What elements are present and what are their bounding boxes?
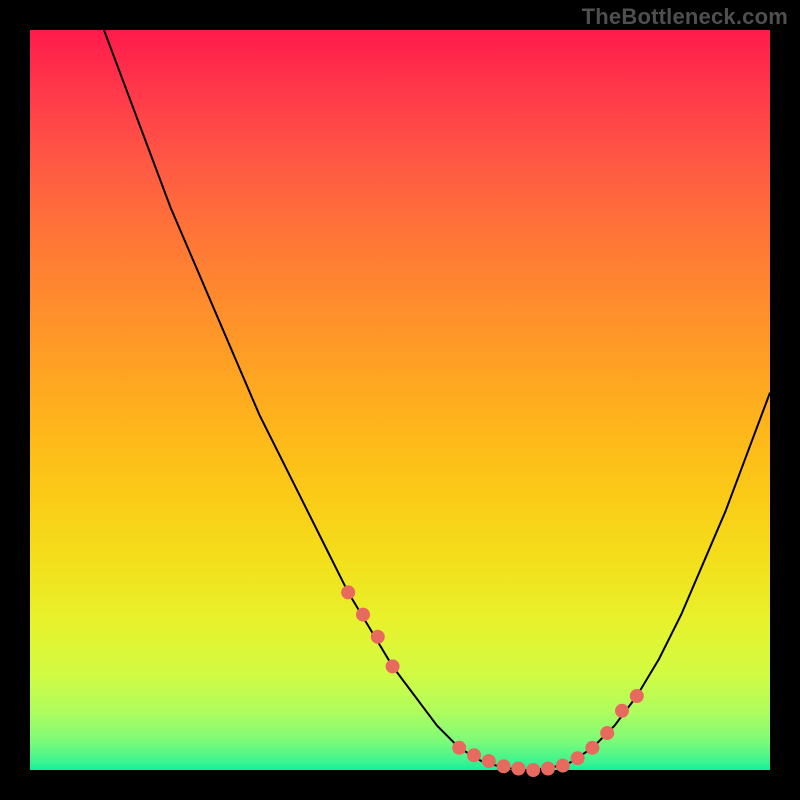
curve-markers xyxy=(341,585,644,777)
watermark-label: TheBottleneck.com xyxy=(582,4,788,30)
bottleneck-curve-svg xyxy=(30,30,770,770)
marker-dot xyxy=(341,585,355,599)
marker-dot xyxy=(497,759,511,773)
marker-dot xyxy=(615,704,629,718)
marker-dot xyxy=(356,608,370,622)
marker-dot xyxy=(467,748,481,762)
marker-dot xyxy=(571,751,585,765)
marker-dot xyxy=(452,741,466,755)
marker-dot xyxy=(585,741,599,755)
marker-dot xyxy=(541,762,555,776)
marker-dot xyxy=(371,630,385,644)
marker-dot xyxy=(386,659,400,673)
plot-area xyxy=(30,30,770,770)
chart-container: TheBottleneck.com xyxy=(0,0,800,800)
marker-dot xyxy=(511,762,525,776)
marker-dot xyxy=(526,763,540,777)
marker-dot xyxy=(600,726,614,740)
marker-dot xyxy=(482,754,496,768)
curve-path xyxy=(104,30,770,770)
marker-dot xyxy=(556,759,570,773)
marker-dot xyxy=(630,689,644,703)
